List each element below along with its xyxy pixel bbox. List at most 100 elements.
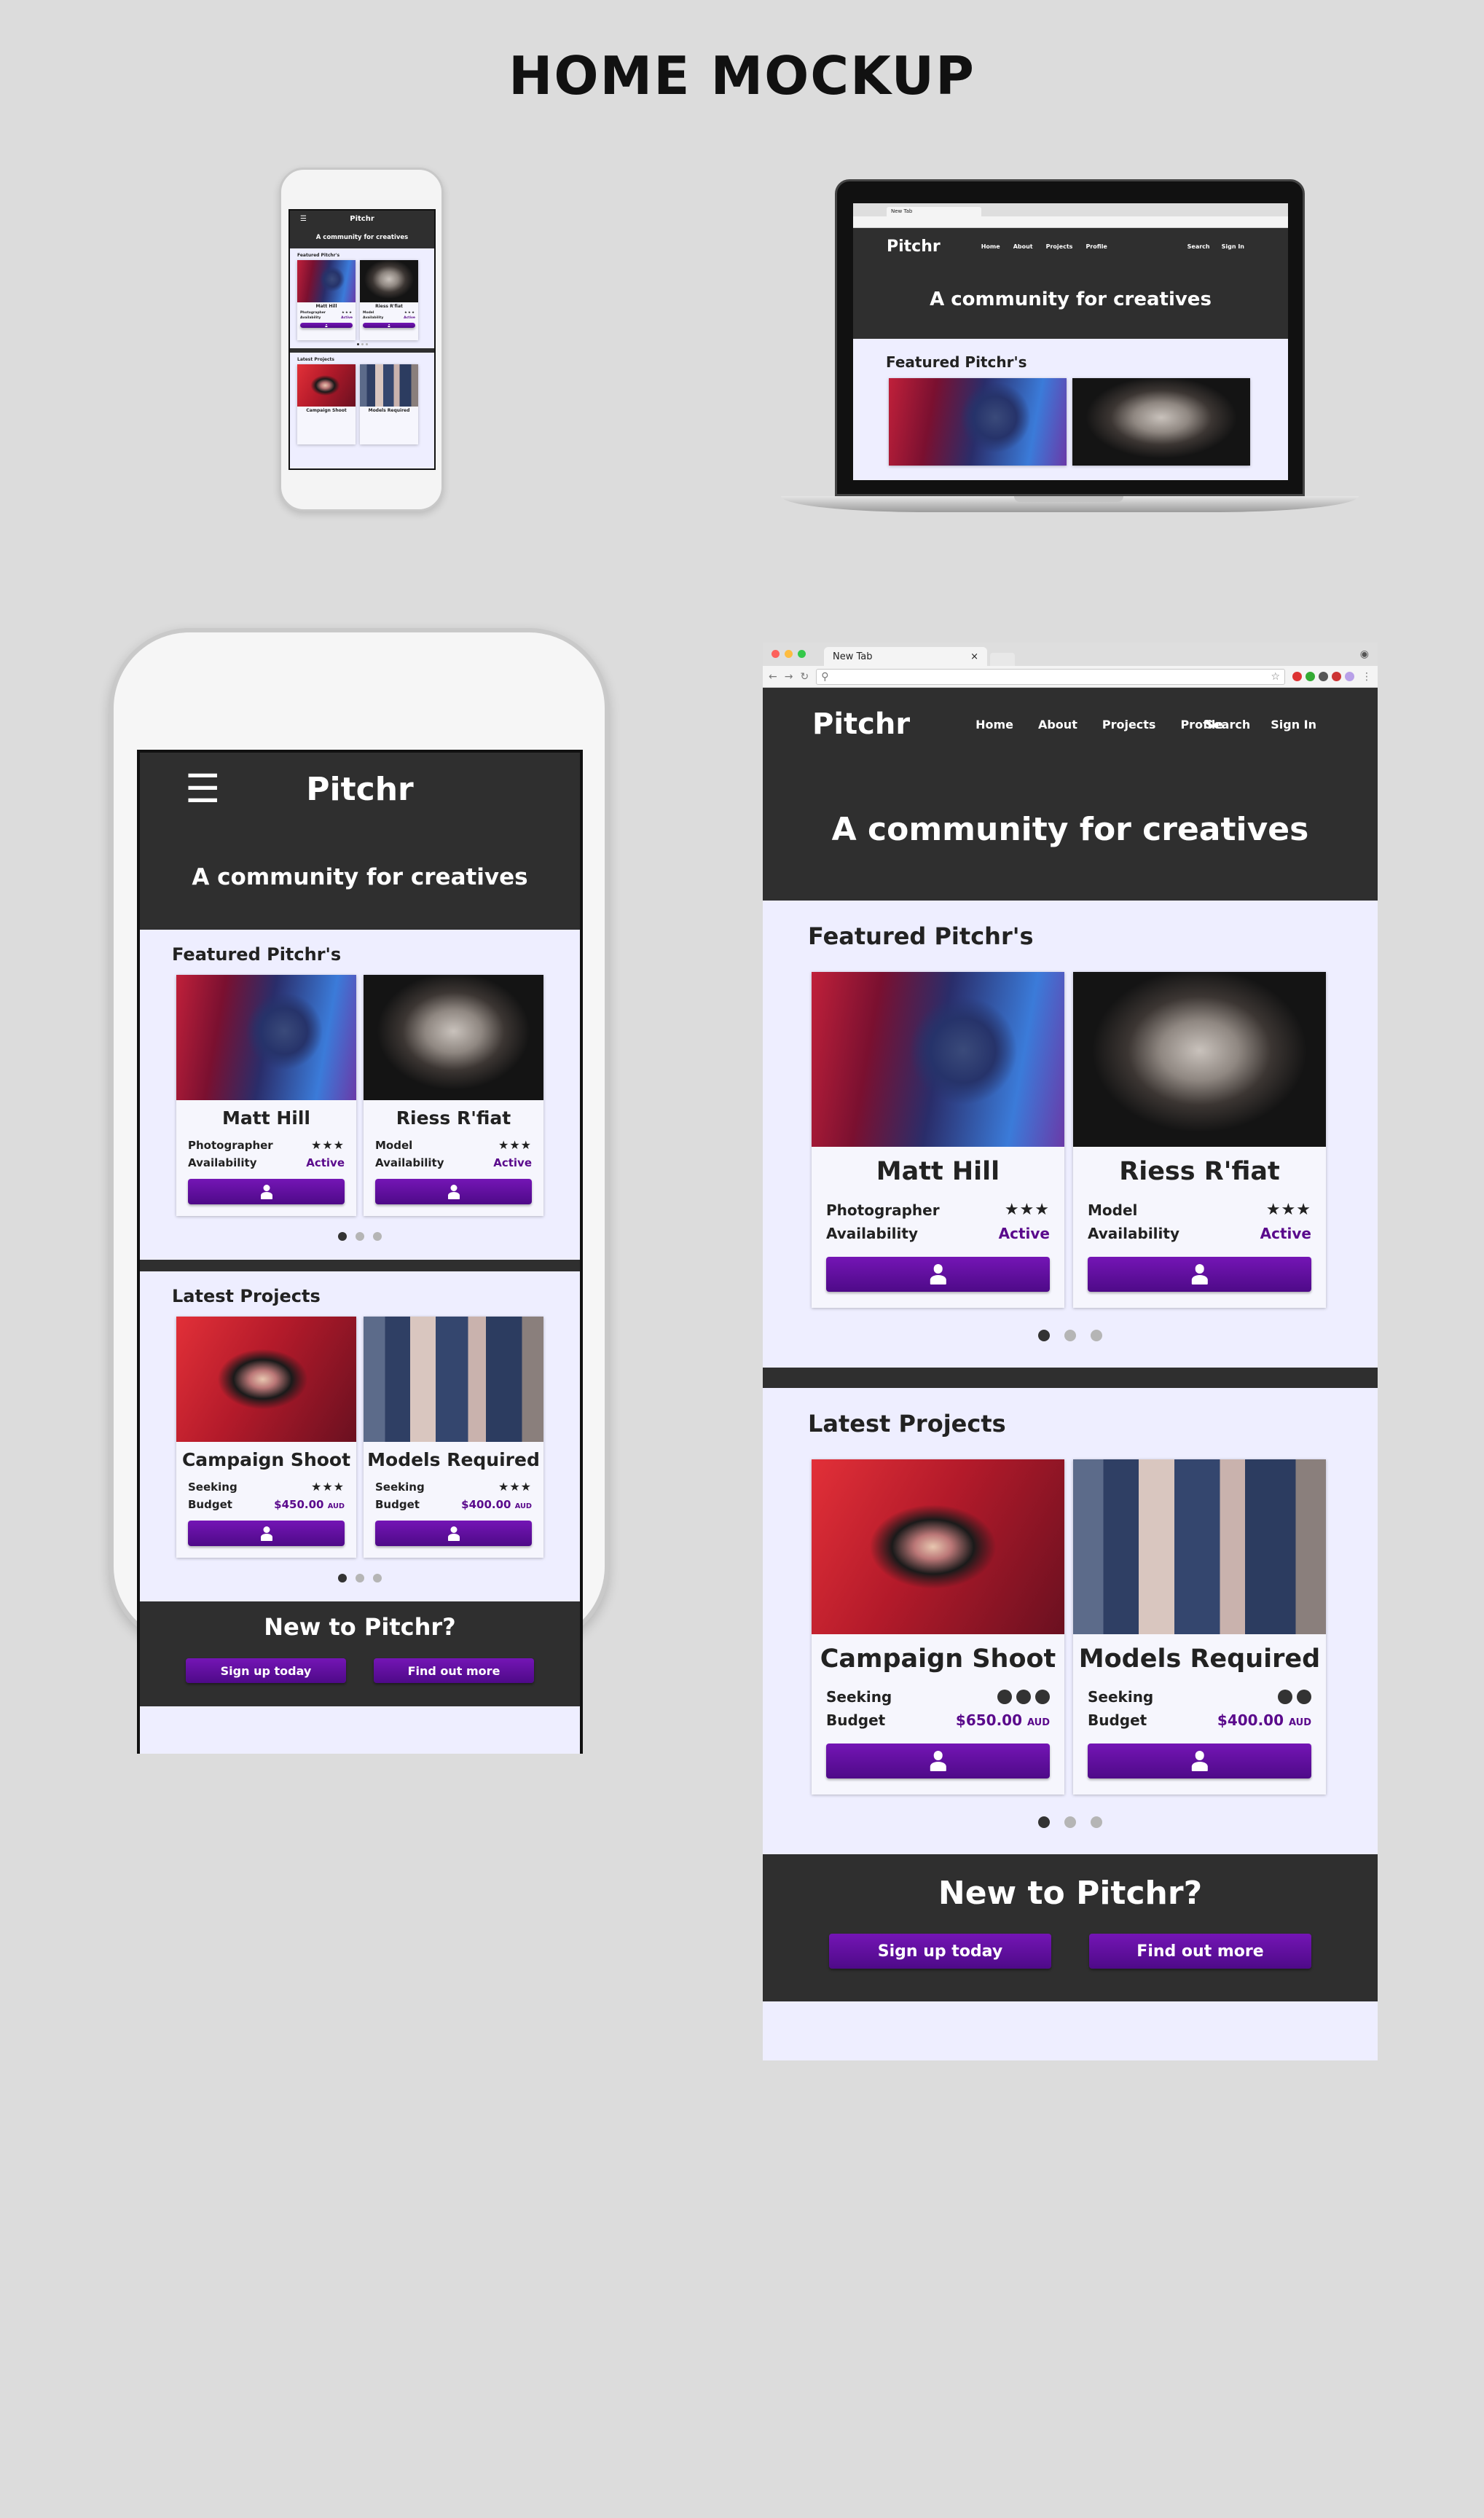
desktop-browser-mockup: New Tab × ◉ ← → ↻ ⚲ ☆ ⋮ Pitchr Home About … — [763, 643, 1378, 2060]
availability-label: Availability — [826, 1225, 918, 1242]
extension-icon[interactable] — [1345, 672, 1354, 681]
currency-label: AUD — [1288, 1717, 1311, 1728]
site-logo[interactable]: Pitchr — [887, 238, 941, 256]
hamburger-icon[interactable]: ☰ — [185, 769, 220, 809]
extension-icon[interactable] — [1319, 672, 1328, 681]
profile-card: Matt Hill Photographer ★★★ Availability Ac… — [812, 972, 1064, 1308]
profile-photo — [364, 975, 543, 1100]
site-logo[interactable]: Pitchr — [350, 215, 374, 223]
new-tab-button[interactable] — [990, 653, 1015, 666]
availability-row: Availability Active — [297, 315, 356, 321]
nav-signin[interactable]: Sign In — [1222, 243, 1244, 250]
back-icon[interactable]: ← — [769, 671, 777, 683]
view-profile-button[interactable] — [826, 1257, 1050, 1292]
nav-about[interactable]: About — [1038, 718, 1077, 732]
project-photo — [297, 364, 356, 407]
find-out-more-button[interactable]: Find out more — [1089, 1934, 1311, 1969]
profile-name: Matt Hill — [222, 1107, 310, 1129]
user-icon — [928, 1264, 949, 1285]
project-card: Models Required — [360, 364, 418, 444]
carousel-dot[interactable] — [356, 1232, 364, 1241]
nav-right: Search Sign In — [1187, 243, 1244, 250]
bookmark-star-icon[interactable]: ☆ — [1271, 671, 1280, 683]
carousel-dot[interactable] — [338, 1574, 347, 1582]
availability-label: Availability — [363, 316, 384, 320]
carousel-dot[interactable] — [373, 1232, 382, 1241]
user-icon — [1190, 1751, 1210, 1771]
availability-row: Availability Active — [812, 1222, 1064, 1245]
hero-banner: A community for creatives — [853, 264, 1288, 339]
forward-icon[interactable]: → — [785, 671, 793, 683]
reload-icon[interactable]: ↻ — [800, 671, 809, 683]
find-out-more-button[interactable]: Find out more — [374, 1658, 534, 1683]
nav-home[interactable]: Home — [975, 718, 1013, 732]
hamburger-icon[interactable]: ☰ — [300, 215, 307, 223]
site-logo[interactable]: Pitchr — [306, 771, 413, 808]
view-profile-button[interactable] — [375, 1179, 532, 1204]
extension-icon[interactable] — [1332, 672, 1341, 681]
view-project-button[interactable] — [188, 1521, 345, 1546]
star-icon: ★★★ — [341, 311, 353, 315]
view-profile-button[interactable] — [188, 1179, 345, 1204]
view-project-button[interactable] — [375, 1521, 532, 1546]
project-name: Campaign Shoot — [306, 408, 347, 413]
signup-button[interactable]: Sign up today — [186, 1658, 346, 1683]
nav-search[interactable]: Search — [1205, 718, 1250, 732]
carousel-dot[interactable] — [1091, 1816, 1102, 1828]
profile-name: Matt Hill — [315, 304, 337, 309]
carousel-dot[interactable] — [356, 343, 359, 345]
browser-tab[interactable]: New Tab — [887, 207, 981, 216]
profile-name: Riess R'fiat — [375, 304, 403, 309]
carousel-dot[interactable] — [1064, 1330, 1076, 1341]
carousel-dot[interactable] — [1091, 1330, 1102, 1341]
close-window-icon[interactable] — [772, 650, 780, 658]
project-name: Models Required — [1078, 1644, 1321, 1674]
nav-projects[interactable]: Projects — [1102, 718, 1156, 732]
maximize-window-icon[interactable] — [798, 650, 806, 658]
role-row: Photographer ★★★ — [812, 1198, 1064, 1222]
project-photo — [812, 1459, 1064, 1634]
nav-home[interactable]: Home — [981, 243, 1000, 250]
view-project-button[interactable] — [1088, 1744, 1311, 1778]
view-profile-button[interactable] — [300, 323, 353, 328]
minimize-window-icon[interactable] — [785, 650, 793, 658]
budget-amount: $400.00 — [1217, 1711, 1284, 1729]
nav-profile[interactable]: Profile — [1085, 243, 1107, 250]
signup-button[interactable]: Sign up today — [829, 1934, 1051, 1969]
more-menu-icon[interactable]: ⋮ — [1362, 671, 1372, 683]
carousel-dot[interactable] — [365, 343, 368, 345]
browser-tab[interactable]: New Tab × — [824, 647, 987, 666]
carousel-dot[interactable] — [356, 1574, 364, 1582]
budget-value: $400.00 AUD — [1217, 1711, 1311, 1729]
carousel-dot[interactable] — [338, 1232, 347, 1241]
nav-signin[interactable]: Sign In — [1271, 718, 1316, 732]
carousel-dot[interactable] — [361, 343, 364, 345]
address-bar[interactable]: ⚲ ☆ — [816, 668, 1285, 685]
nav-projects[interactable]: Projects — [1046, 243, 1073, 250]
view-profile-button[interactable] — [1088, 1257, 1311, 1292]
extension-icon[interactable] — [1306, 672, 1315, 681]
view-profile-button[interactable] — [363, 323, 415, 328]
seeking-label: Seeking — [188, 1480, 237, 1494]
view-project-button[interactable] — [826, 1744, 1050, 1778]
extension-icon[interactable] — [1292, 672, 1302, 681]
carousel-dot[interactable] — [1038, 1330, 1050, 1341]
site-logo[interactable]: Pitchr — [812, 707, 910, 741]
nav-about[interactable]: About — [1013, 243, 1033, 250]
extension-icons — [1292, 672, 1354, 681]
budget-row: Budget $400.00 AUD — [364, 1496, 543, 1513]
currency-label: AUD — [514, 1502, 532, 1510]
project-photo — [1073, 1459, 1326, 1634]
carousel-dot[interactable] — [373, 1574, 382, 1582]
availability-status: Active — [493, 1156, 532, 1169]
nav-search[interactable]: Search — [1187, 243, 1210, 250]
role-row: Model ★★★ — [364, 1136, 543, 1154]
cta-buttons: Sign up today Find out more — [763, 1934, 1378, 1969]
project-name: Models Required — [367, 1449, 540, 1470]
availability-row: Availability Active — [360, 315, 418, 321]
carousel-dot[interactable] — [1038, 1816, 1050, 1828]
close-tab-icon[interactable]: × — [970, 651, 978, 662]
carousel-dot[interactable] — [1064, 1816, 1076, 1828]
profile-icon[interactable]: ◉ — [1360, 648, 1369, 660]
role-label: Model — [363, 311, 374, 315]
